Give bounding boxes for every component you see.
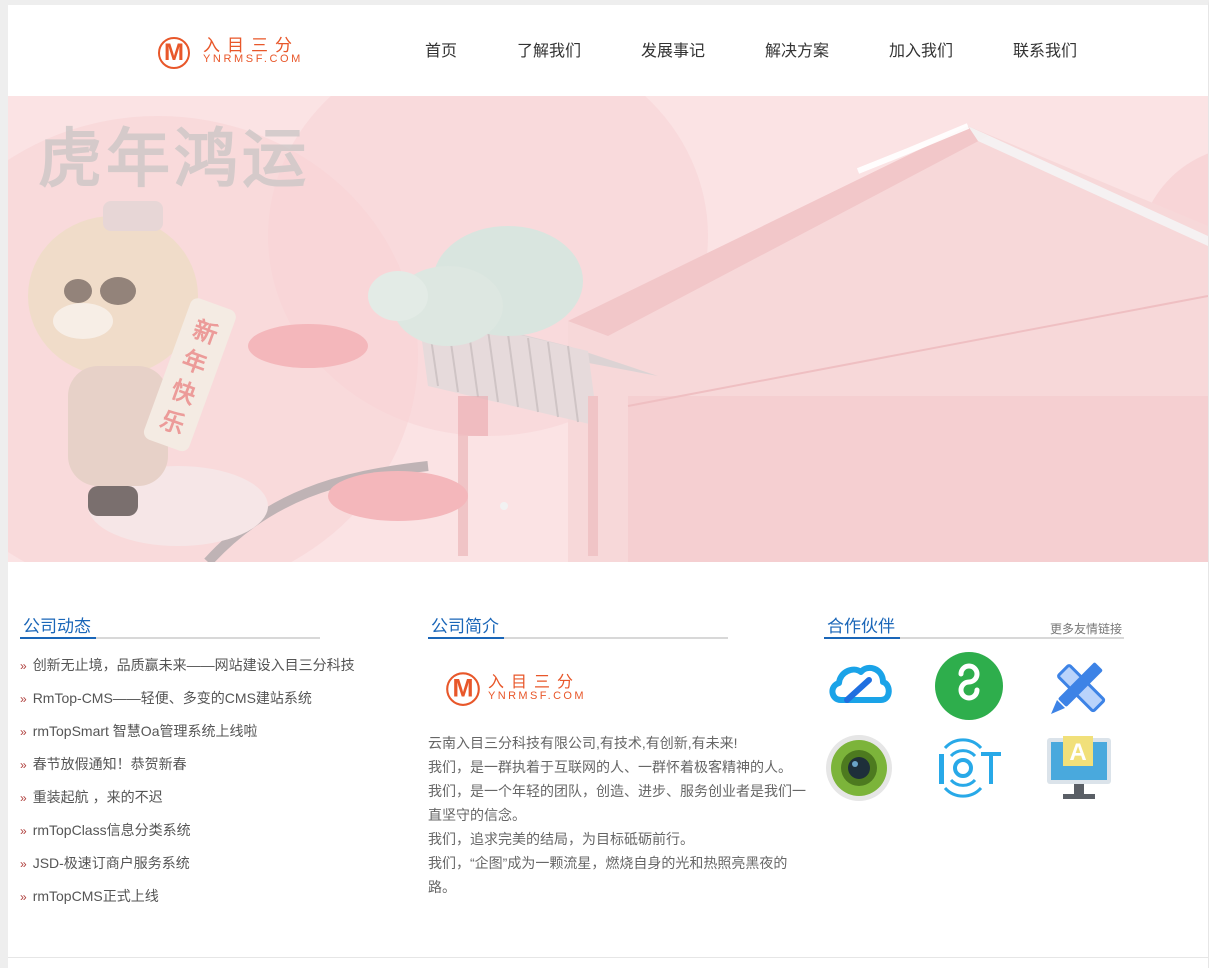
about-section-underline <box>428 637 728 639</box>
carousel-dot[interactable] <box>500 502 508 510</box>
about-logo: M 入目三分 YNRMSF.COM <box>443 668 593 708</box>
about-logo-name: 入目三分 <box>488 674 581 691</box>
logo-mark-icon: M <box>446 672 480 706</box>
news-list: » 创新无止境，品质赢未来——网站建设入目三分科技 » RmTop-CMS——轻便、… <box>20 655 400 919</box>
nav-about-us[interactable]: 了解我们 <box>517 37 581 61</box>
nav-history[interactable]: 发展事记 <box>641 37 705 61</box>
about-logo-domain: YNRMSF.COM <box>488 690 586 702</box>
partners-section-title: 合作伙伴 <box>827 617 895 636</box>
partner-item[interactable] <box>933 732 1005 804</box>
more-links[interactable]: 更多友情链接 <box>1050 620 1122 637</box>
list-item[interactable]: » rmTopCMS正式上线 <box>20 886 400 919</box>
about-paragraph: 云南入目三分科技有限公司,有技术,有创新,有未来! <box>428 735 738 751</box>
tencent-cloud-icon <box>829 664 892 703</box>
banner-illustration: 新 年 快 乐 虎年鸿运 <box>8 96 1208 562</box>
nav-home[interactable]: 首页 <box>425 37 457 61</box>
svg-text:M: M <box>452 674 473 702</box>
camera-lens-icon <box>826 735 892 801</box>
footer-divider <box>8 957 1208 958</box>
nav-join-us[interactable]: 加入我们 <box>889 37 953 61</box>
about-text: 云南入目三分科技有限公司,有技术,有创新,有未来! 我们，是一群执着于互联网的人… <box>428 731 810 899</box>
bullet-icon: » <box>20 659 27 673</box>
bullet-icon: » <box>20 824 27 838</box>
hero-banner[interactable]: 新 年 快 乐 虎年鸿运 <box>8 96 1208 562</box>
list-item[interactable]: » 重装起航 ，来的不迟 <box>20 787 400 820</box>
list-item[interactable]: » 创新无止境，品质赢未来——网站建设入目三分科技 <box>20 655 400 688</box>
about-paragraph: 我们，追求完美的结局，为目标砥砺前行。 <box>428 831 694 847</box>
list-item[interactable]: » 春节放假通知！恭贺新春 <box>20 754 400 787</box>
list-item[interactable]: » RmTop-CMS——轻便、多变的CMS建站系统 <box>20 688 400 721</box>
bullet-icon: » <box>20 725 27 739</box>
about-paragraph: 我们，是一个年轻的团队，创造、进步、服务创业者是我们一直坚守的信念。 <box>428 783 806 823</box>
bullet-icon: » <box>20 758 27 772</box>
news-section-underline <box>20 637 320 639</box>
main-nav: 首页 了解我们 发展事记 解决方案 加入我们 联系我们 <box>8 37 1208 65</box>
partner-item[interactable] <box>823 650 895 722</box>
news-section-title: 公司动态 <box>23 617 91 636</box>
bullet-icon: » <box>20 791 27 805</box>
pencil-ruler-icon <box>1051 662 1106 714</box>
list-item[interactable]: » JSD-极速订商户服务系统 <box>20 853 400 886</box>
about-section-title: 公司简介 <box>431 617 499 636</box>
partners-section-underline <box>824 637 1124 639</box>
nav-contact[interactable]: 联系我们 <box>1013 37 1077 61</box>
partner-item[interactable]: A <box>1043 732 1115 804</box>
bullet-icon: » <box>20 692 27 706</box>
monitor-design-icon: A <box>1047 736 1111 799</box>
partner-item[interactable] <box>1043 650 1115 722</box>
bullet-icon: » <box>20 857 27 871</box>
site-header: M 入目三分 YNRMSF.COM 首页 了解我们 发展事记 解决方案 加入我们… <box>8 5 1208 96</box>
list-item[interactable]: » rmTopSmart 智慧Oa管理系统上线啦 <box>20 721 400 754</box>
iot-icon <box>939 738 1001 798</box>
banner-headline: 虎年鸿运 <box>38 122 310 197</box>
mini-program-icon <box>935 652 1003 720</box>
nav-solutions[interactable]: 解决方案 <box>765 37 829 61</box>
partner-item[interactable] <box>933 650 1005 722</box>
svg-text:A: A <box>1069 739 1086 766</box>
about-paragraph: 我们，“企图”成为一颗流星，燃烧自身的光和热照亮黑夜的路。 <box>428 855 788 895</box>
partner-item[interactable] <box>823 732 895 804</box>
about-paragraph: 我们，是一群执着于互联网的人、一群怀着极客精神的人。 <box>428 759 792 775</box>
bullet-icon: » <box>20 890 27 904</box>
list-item[interactable]: » rmTopClass信息分类系统 <box>20 820 400 853</box>
